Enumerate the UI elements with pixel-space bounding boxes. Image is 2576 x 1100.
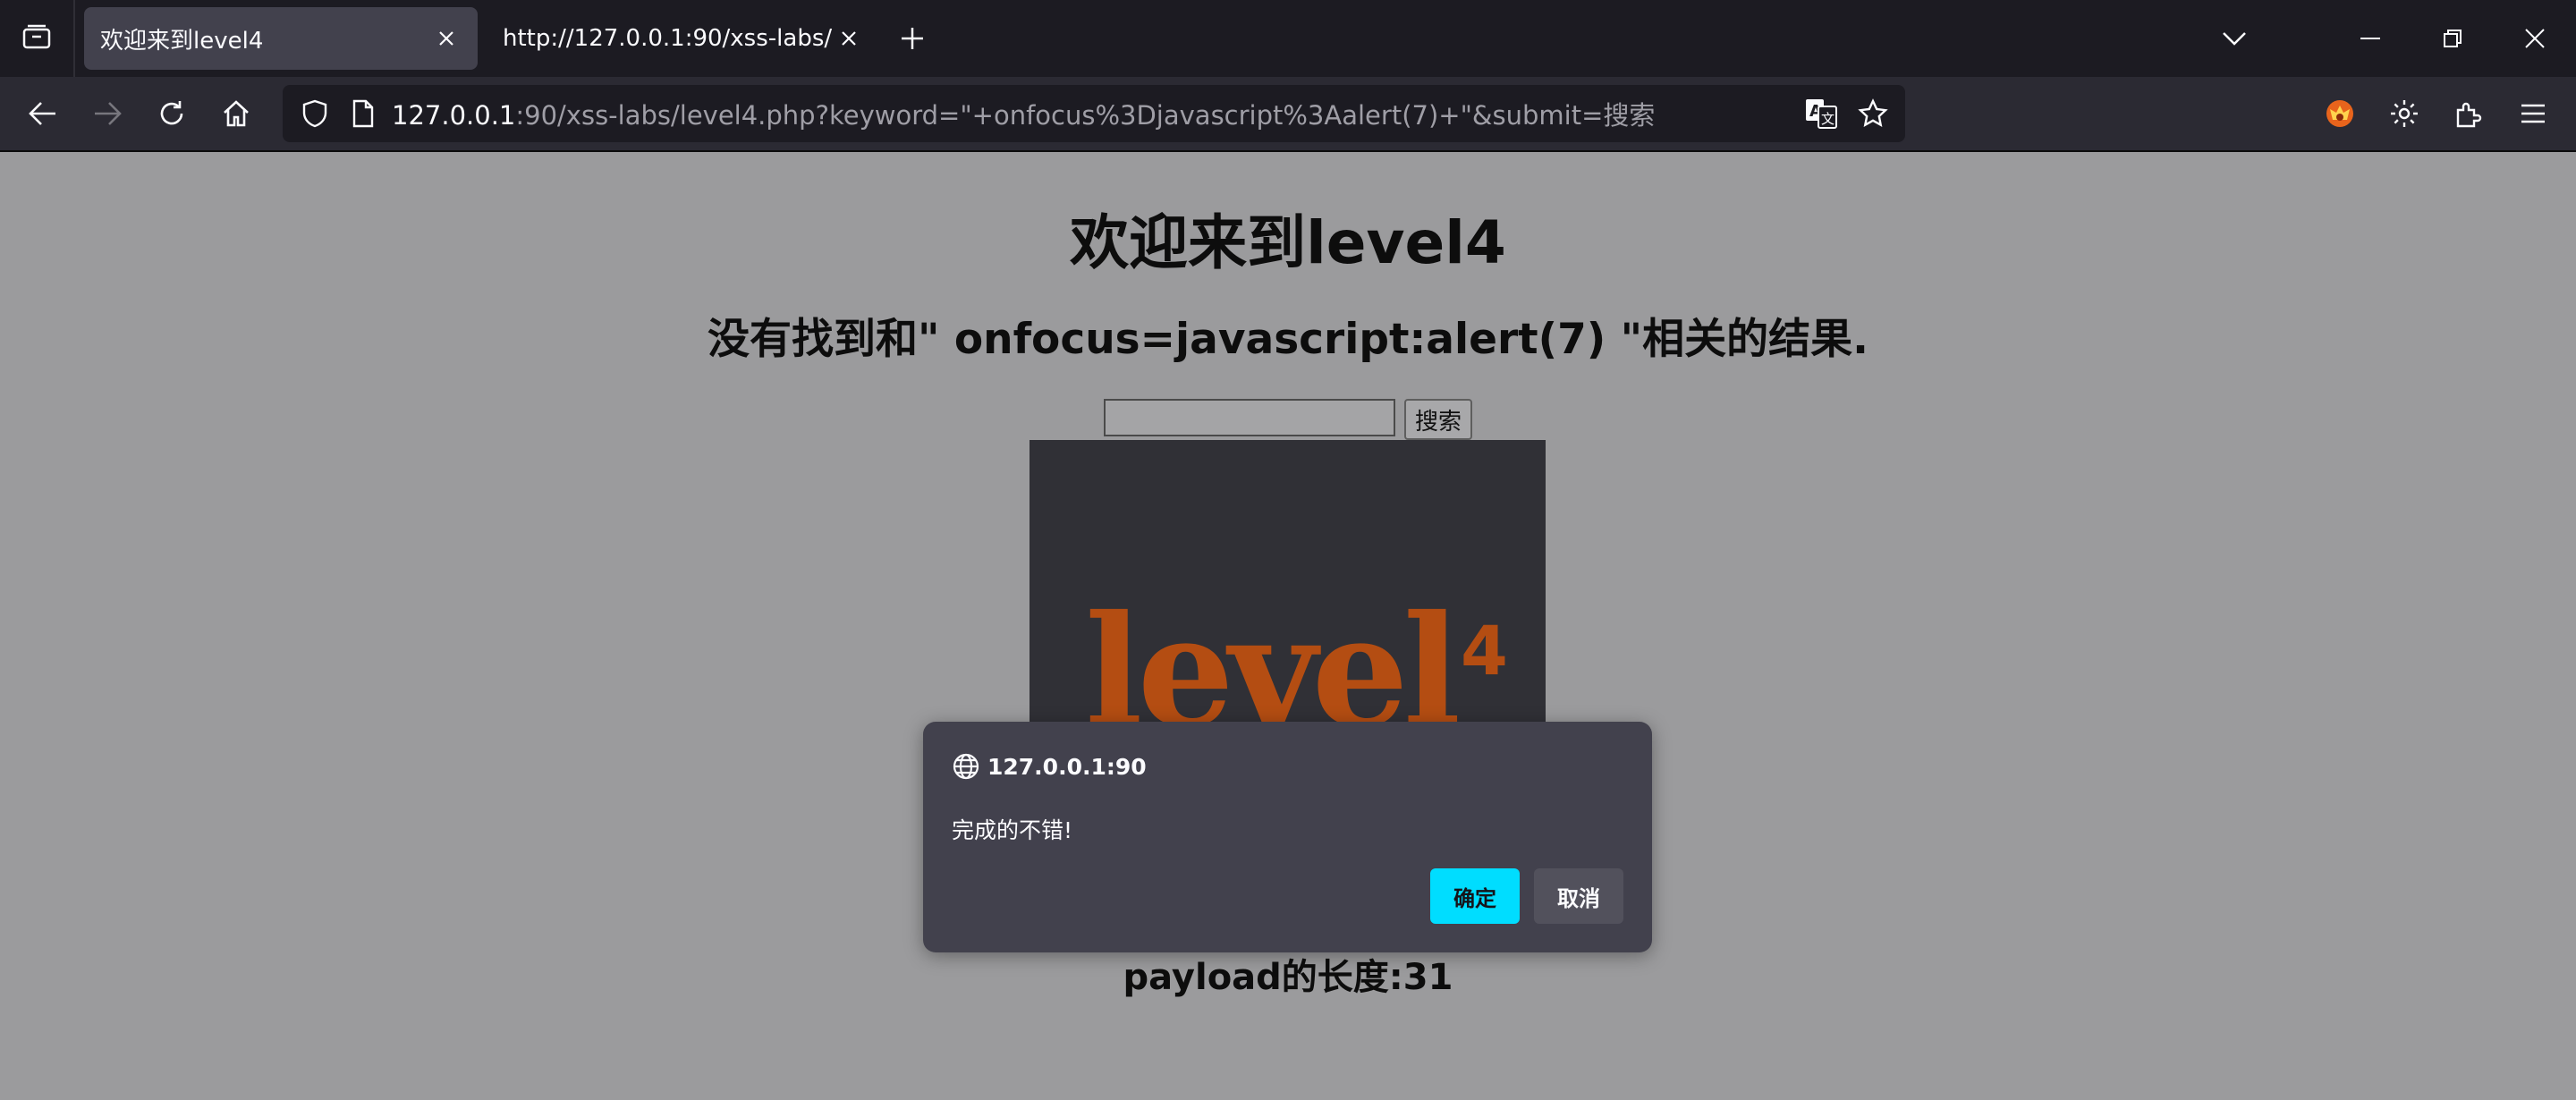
payload-length: payload的长度:31 (1123, 957, 1453, 998)
menu-icon (2521, 104, 2545, 123)
url-text[interactable]: 127.0.0.1:90/xss-labs/level4.php?keyword… (392, 95, 1789, 132)
new-tab-button[interactable] (886, 12, 939, 65)
reload-icon (160, 101, 183, 125)
page-icon[interactable] (343, 94, 383, 133)
close-icon (2525, 29, 2545, 48)
restore-icon (2444, 30, 2462, 47)
forward-button[interactable] (75, 81, 140, 146)
tab-level4[interactable]: 欢迎来到level4 (84, 7, 478, 70)
plus-icon (902, 28, 923, 49)
search-input[interactable] (1103, 399, 1395, 436)
svg-text:4: 4 (1461, 611, 1508, 690)
home-button[interactable] (204, 81, 268, 146)
minimize-button[interactable] (2329, 0, 2411, 77)
tab-title: 欢迎来到level4 (100, 27, 264, 55)
url-host: 127.0.0.1 (392, 100, 516, 131)
tab-close-button[interactable] (834, 23, 864, 54)
home-icon (224, 100, 249, 127)
url-path: :90/xss-labs/level4.php?keyword="+onfocu… (515, 100, 1656, 131)
app-menu-button[interactable] (2501, 81, 2565, 146)
minimize-icon (2360, 38, 2380, 39)
search-button[interactable]: 搜索 (1403, 399, 1472, 440)
tab-strip: 欢迎来到level4 http://127.0.0.1:90/xss-labs/… (0, 0, 2576, 77)
shield-icon[interactable] (295, 94, 335, 133)
dialog-message: 完成的不错! (952, 817, 1073, 843)
extensions-button[interactable] (2436, 81, 2501, 146)
back-arrow-icon (29, 102, 55, 125)
puzzle-icon (2456, 102, 2482, 128)
gear-icon (2391, 100, 2418, 127)
restore-button[interactable] (2411, 0, 2494, 77)
alert-dialog: 127.0.0.1:90 完成的不错! 确定 取消 (923, 722, 1652, 952)
reload-button[interactable] (140, 81, 204, 146)
settings-button[interactable] (2372, 81, 2436, 146)
page-title: 欢迎来到level4 (1070, 208, 1506, 277)
dialog-origin: 127.0.0.1:90 (952, 752, 1147, 781)
back-button[interactable] (11, 81, 75, 146)
navigation-toolbar: 127.0.0.1:90/xss-labs/level4.php?keyword… (0, 77, 2576, 152)
svg-text:文: 文 (1821, 111, 1835, 127)
close-icon (842, 31, 856, 46)
tab-title: http://127.0.0.1:90/xss-labs/level4.php (503, 25, 834, 52)
tab-url[interactable]: http://127.0.0.1:90/xss-labs/level4.php (487, 7, 880, 70)
globe-icon (952, 752, 980, 781)
close-icon (439, 31, 453, 46)
list-all-tabs-button[interactable] (2193, 0, 2275, 77)
url-bar[interactable]: 127.0.0.1:90/xss-labs/level4.php?keyword… (283, 85, 1905, 142)
dialog-buttons: 确定 取消 (1430, 868, 1623, 924)
star-icon[interactable] (1853, 94, 1893, 133)
firefox-view-button[interactable] (0, 0, 75, 77)
extension-fox-icon (2326, 100, 2353, 127)
tab-close-button[interactable] (431, 23, 462, 54)
forward-arrow-icon (95, 102, 122, 125)
page-content: 欢迎来到level4 没有找到和" onfocus=javascript:ale… (0, 152, 2576, 1100)
firefox-view-icon (21, 23, 52, 54)
cancel-button[interactable]: 取消 (1534, 868, 1623, 924)
translate-icon[interactable]: A文 (1801, 94, 1841, 133)
result-message: 没有找到和" onfocus=javascript:alert(7) "相关的结… (708, 315, 1868, 364)
close-window-button[interactable] (2494, 0, 2576, 77)
extension-fox-button[interactable] (2308, 81, 2372, 146)
ok-button[interactable]: 确定 (1430, 868, 1520, 924)
search-form: 搜索 (0, 399, 2576, 440)
chevron-down-icon (2223, 32, 2246, 46)
dialog-origin-text: 127.0.0.1:90 (987, 753, 1147, 780)
